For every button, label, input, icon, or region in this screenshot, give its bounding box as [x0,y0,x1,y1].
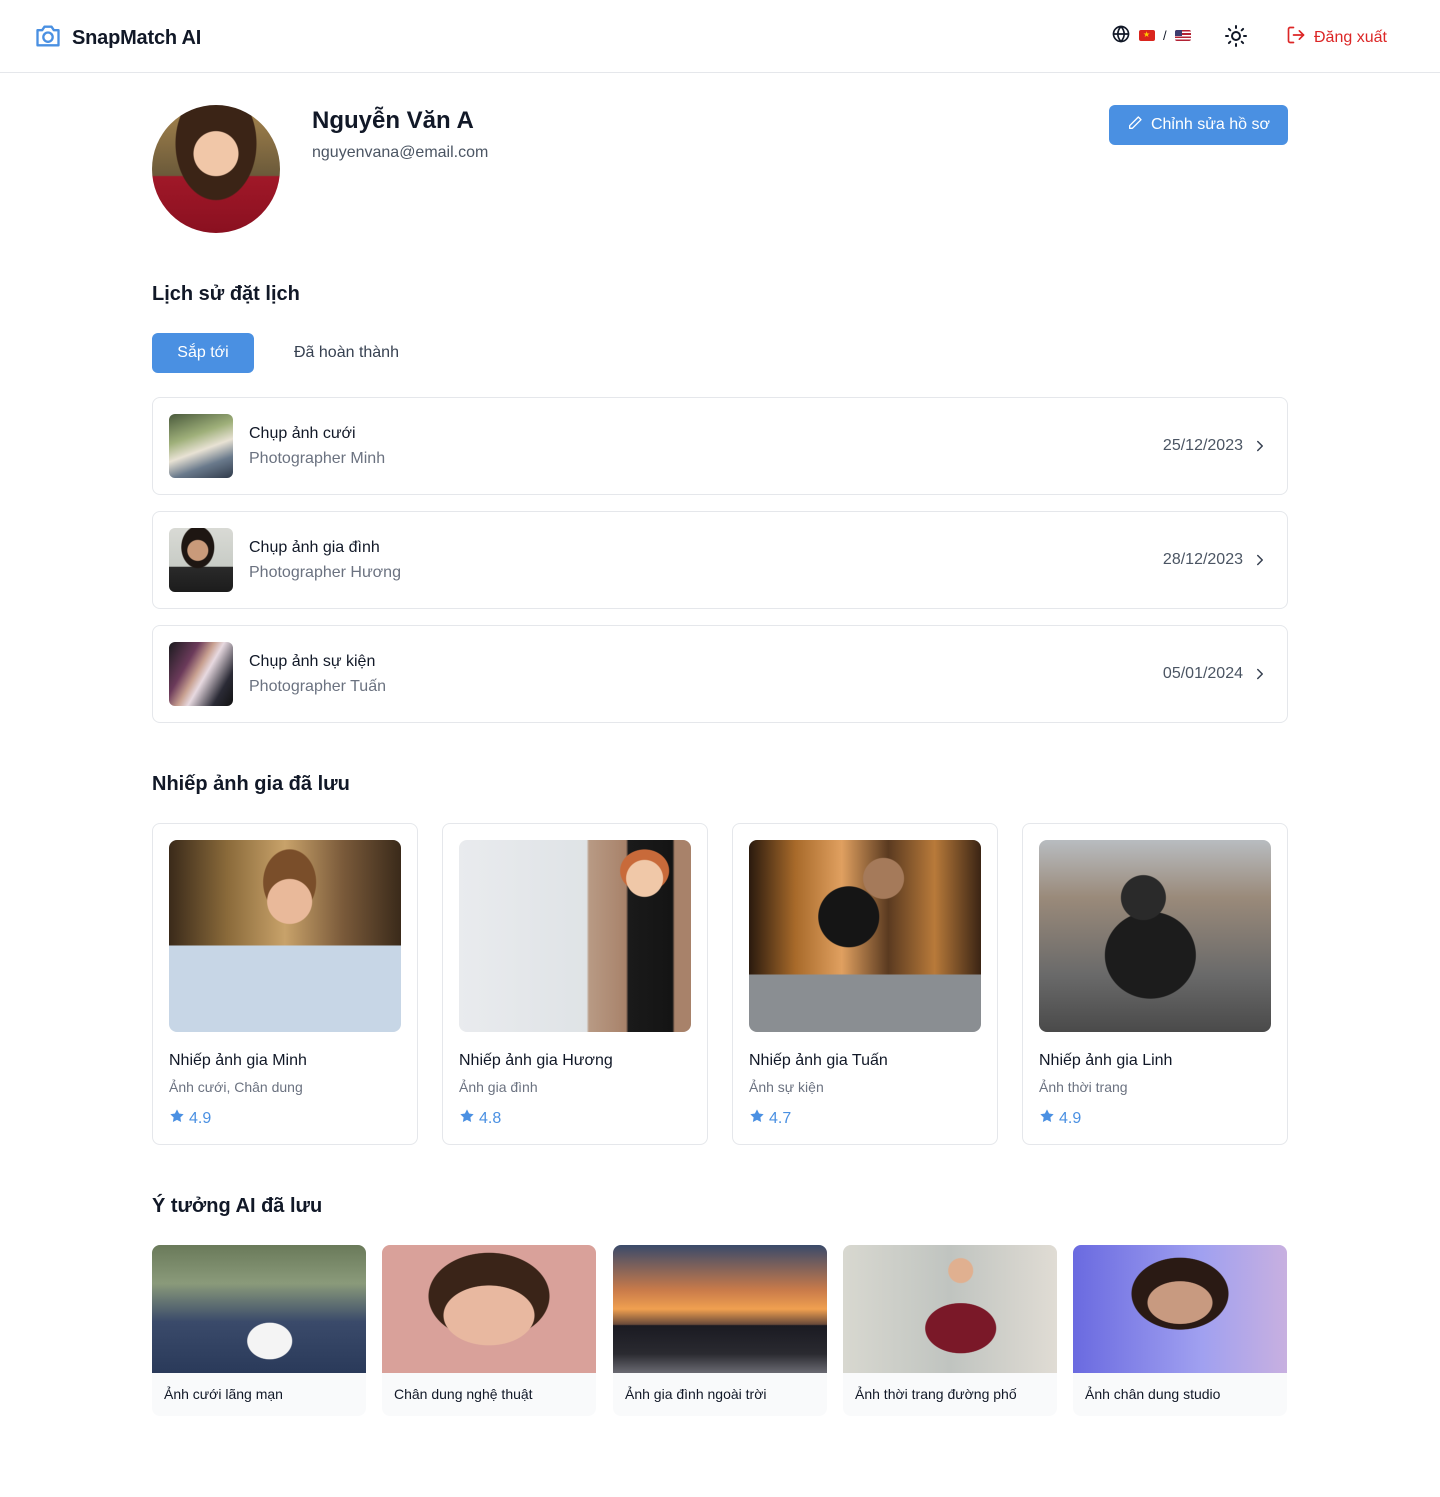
profile-email: nguyenvana@email.com [312,144,489,161]
camera-icon [34,22,62,55]
idea-label: Ảnh thời trang đường phố [855,1386,1017,1402]
booking-date: 28/12/2023 [1162,551,1243,568]
booking-thumbnail [169,414,233,478]
profile-avatar [152,105,280,233]
booking-date: 05/01/2024 [1162,665,1243,682]
rating-value: 4.7 [769,1109,792,1127]
photographer-card[interactable]: Nhiếp ảnh gia Tuấn Ảnh sự kiện 4.7 [732,823,998,1145]
booking-title: Chụp ảnh cưới [249,425,356,442]
idea-image [1073,1245,1287,1373]
saved-ideas-title: Ý tưởng AI đã lưu [152,1195,323,1217]
booking-title: Chụp ảnh gia đình [249,539,380,556]
photographer-specialty: Ảnh gia đình [459,1079,538,1095]
vietnam-flag-icon[interactable] [1139,30,1155,41]
idea-card[interactable]: Ảnh thời trang đường phố [843,1245,1057,1416]
language-switcher[interactable]: / [1111,24,1191,47]
idea-card[interactable]: Ảnh gia đình ngoài trời [613,1245,827,1416]
photographer-photo [1039,840,1271,1032]
photographer-specialty: Ảnh sự kiện [749,1079,824,1095]
booking-row[interactable]: Chụp ảnh gia đình Photographer Hương 28/… [152,511,1288,609]
star-icon [459,1108,475,1129]
idea-image [843,1245,1057,1373]
photographer-photo [749,840,981,1032]
rating-value: 4.8 [479,1109,502,1127]
idea-image [152,1245,366,1373]
sun-icon [1224,25,1248,52]
photographer-name: Nhiếp ảnh gia Tuấn [749,1052,888,1069]
profile-name: Nguyễn Văn A [312,107,474,134]
booking-row[interactable]: Chụp ảnh sự kiện Photographer Tuấn 05/01… [152,625,1288,723]
booking-title: Chụp ảnh sự kiện [249,653,376,670]
booking-photographer: Photographer Tuấn [249,678,386,695]
tab-completed[interactable]: Đã hoàn thành [278,333,415,373]
logout-icon [1286,25,1306,50]
photographer-card[interactable]: Nhiếp ảnh gia Linh Ảnh thời trang 4.9 [1022,823,1288,1145]
photographer-specialty: Ảnh thời trang [1039,1079,1128,1095]
booking-date: 25/12/2023 [1162,437,1243,454]
logout-button[interactable]: Đăng xuất [1286,25,1387,50]
photographer-name: Nhiếp ảnh gia Minh [169,1052,307,1069]
language-separator: / [1163,28,1167,43]
logout-label: Đăng xuất [1314,28,1387,46]
star-icon [1039,1108,1055,1129]
edit-profile-button[interactable]: Chỉnh sửa hồ sơ [1109,105,1288,145]
photographer-card[interactable]: Nhiếp ảnh gia Hương Ảnh gia đình 4.8 [442,823,708,1145]
idea-label: Chân dung nghệ thuật [394,1386,533,1402]
photographer-rating: 4.9 [1039,1108,1081,1129]
idea-image [613,1245,827,1373]
photographer-photo [169,840,401,1032]
photographer-rating: 4.8 [459,1108,501,1129]
idea-image [382,1245,596,1373]
saved-photographers-title: Nhiếp ảnh gia đã lưu [152,773,350,795]
idea-card[interactable]: Chân dung nghệ thuật [382,1245,596,1416]
booking-history-title: Lịch sử đặt lịch [152,283,300,305]
photographer-name: Nhiếp ảnh gia Hương [459,1052,613,1069]
photographer-rating: 4.9 [169,1108,211,1129]
star-icon [169,1108,185,1129]
booking-thumbnail [169,528,233,592]
idea-card[interactable]: Ảnh chân dung studio [1073,1245,1287,1416]
us-flag-icon[interactable] [1174,30,1191,41]
photographer-rating: 4.7 [749,1108,791,1129]
top-navbar: SnapMatch AI / Đăng xuất [0,0,1440,73]
booking-row[interactable]: Chụp ảnh cưới Photographer Minh 25/12/20… [152,397,1288,495]
chevron-right-icon [1251,437,1269,455]
globe-icon [1111,24,1131,47]
photographer-card[interactable]: Nhiếp ảnh gia Minh Ảnh cưới, Chân dung 4… [152,823,418,1145]
photographer-specialty: Ảnh cưới, Chân dung [169,1079,303,1095]
chevron-right-icon [1251,665,1269,683]
idea-label: Ảnh chân dung studio [1085,1386,1221,1402]
booking-photographer: Photographer Minh [249,450,386,467]
idea-card[interactable]: Ảnh cưới lãng mạn [152,1245,366,1416]
brand-name: SnapMatch AI [72,27,202,49]
theme-toggle-button[interactable] [1224,24,1248,48]
edit-profile-label: Chỉnh sửa hồ sơ [1150,116,1271,133]
booking-thumbnail [169,642,233,706]
brand[interactable]: SnapMatch AI [34,22,201,55]
rating-value: 4.9 [1059,1109,1082,1127]
booking-photographer: Photographer Hương [249,564,401,581]
star-icon [749,1108,765,1129]
tab-upcoming[interactable]: Sắp tới [152,333,254,373]
chevron-right-icon [1251,551,1269,569]
photographer-photo [459,840,691,1032]
idea-label: Ảnh cưới lãng mạn [164,1386,283,1402]
rating-value: 4.9 [189,1109,212,1127]
idea-label: Ảnh gia đình ngoài trời [625,1386,767,1402]
photographer-name: Nhiếp ảnh gia Linh [1039,1052,1173,1069]
pencil-icon [1127,115,1143,136]
